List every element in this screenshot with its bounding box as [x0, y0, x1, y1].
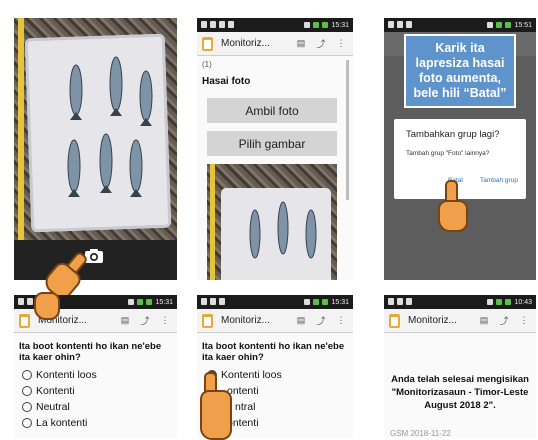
question-heading: Hasai foto [202, 76, 251, 87]
save-icon[interactable]: ▤ [294, 315, 308, 326]
pointing-hand [432, 180, 472, 242]
completion-message: Anda telah selesai mengisikan "Monitoriz… [391, 374, 529, 411]
add-group-button[interactable]: Tambah grup [480, 177, 518, 184]
app-title: Monitoriz... [221, 315, 270, 326]
save-icon[interactable]: ▤ [118, 315, 132, 326]
more-options-icon[interactable]: ⋮ [517, 315, 531, 326]
radio-option[interactable]: Kontenti loos [22, 367, 97, 383]
clipboard-icon [202, 36, 213, 51]
panel-camera [14, 18, 177, 280]
fish-image [67, 56, 153, 197]
clipboard-icon [389, 313, 400, 328]
photo-preview [207, 164, 337, 280]
navigation-icon[interactable]: ⤴ [314, 37, 328, 50]
status-bar: 15:51 [384, 18, 536, 32]
pointing-hand [200, 372, 240, 440]
measuring-tape [210, 164, 215, 280]
app-title: Monitoriz... [221, 38, 270, 49]
instruction-callout: Karik ita lapresiza hasai foto aumenta, … [404, 34, 516, 108]
question-text: Ita boot kontenti ho ikan ne'ebe ita kae… [202, 341, 345, 363]
status-bar: 10:43 [384, 295, 536, 309]
pointing-hand [34, 288, 74, 328]
radio-button[interactable] [22, 418, 32, 428]
clipboard-icon [202, 313, 213, 328]
radio-button[interactable] [22, 402, 32, 412]
question-number: (1) [202, 60, 212, 69]
navigation-icon[interactable]: ⤴ [497, 314, 511, 327]
choose-image-button[interactable]: Pilih gambar [207, 131, 337, 156]
clipboard-icon [19, 313, 30, 328]
radio-button[interactable] [22, 370, 32, 380]
more-options-icon[interactable]: ⋮ [158, 315, 172, 326]
app-title: Monitoriz... [408, 315, 457, 326]
dialog-title: Tambahkan grup lagi? [406, 129, 500, 140]
radio-option[interactable]: La kontenti [22, 415, 97, 431]
footer-text: GSM 2018-11-22 [390, 429, 451, 438]
radio-option[interactable]: Kontenti [22, 383, 97, 399]
radio-button[interactable] [22, 386, 32, 396]
app-toolbar: Monitoriz... ▤ ⤴ ⋮ [384, 309, 536, 333]
status-bar: 15:31 [197, 295, 353, 309]
options-list: Kontenti loos Kontenti Neutral La konten… [22, 367, 97, 431]
fish-image [249, 201, 317, 259]
more-options-icon[interactable]: ⋮ [334, 315, 348, 326]
status-bar: 15:31 [197, 18, 353, 32]
navigation-icon[interactable]: ⤴ [138, 314, 152, 327]
panel-photo-group: 15:31 Monitoriz... ▤ ⤴ ⋮ (1) Hasai foto … [197, 18, 353, 280]
app-toolbar: Monitoriz... ▤ ⤴ ⋮ [197, 32, 353, 56]
camera-viewfinder [14, 18, 177, 240]
navigation-icon[interactable]: ⤴ [314, 314, 328, 327]
question-text: Ita boot kontenti ho ikan ne'ebe ita kae… [19, 341, 162, 363]
scrollbar[interactable] [346, 60, 349, 200]
panel-completion: 10:43 Monitoriz... ▤ ⤴ ⋮ Anda telah sele… [384, 295, 536, 438]
more-options-icon[interactable]: ⋮ [334, 38, 348, 49]
radio-option[interactable]: Neutral [22, 399, 97, 415]
save-icon[interactable]: ▤ [477, 315, 491, 326]
dialog-message: Tambah grup "Foto" lainnya? [406, 150, 490, 157]
take-photo-button[interactable]: Ambil foto [207, 98, 337, 123]
app-toolbar: Monitoriz... ▤ ⤴ ⋮ [197, 309, 353, 333]
save-icon[interactable]: ▤ [294, 38, 308, 49]
